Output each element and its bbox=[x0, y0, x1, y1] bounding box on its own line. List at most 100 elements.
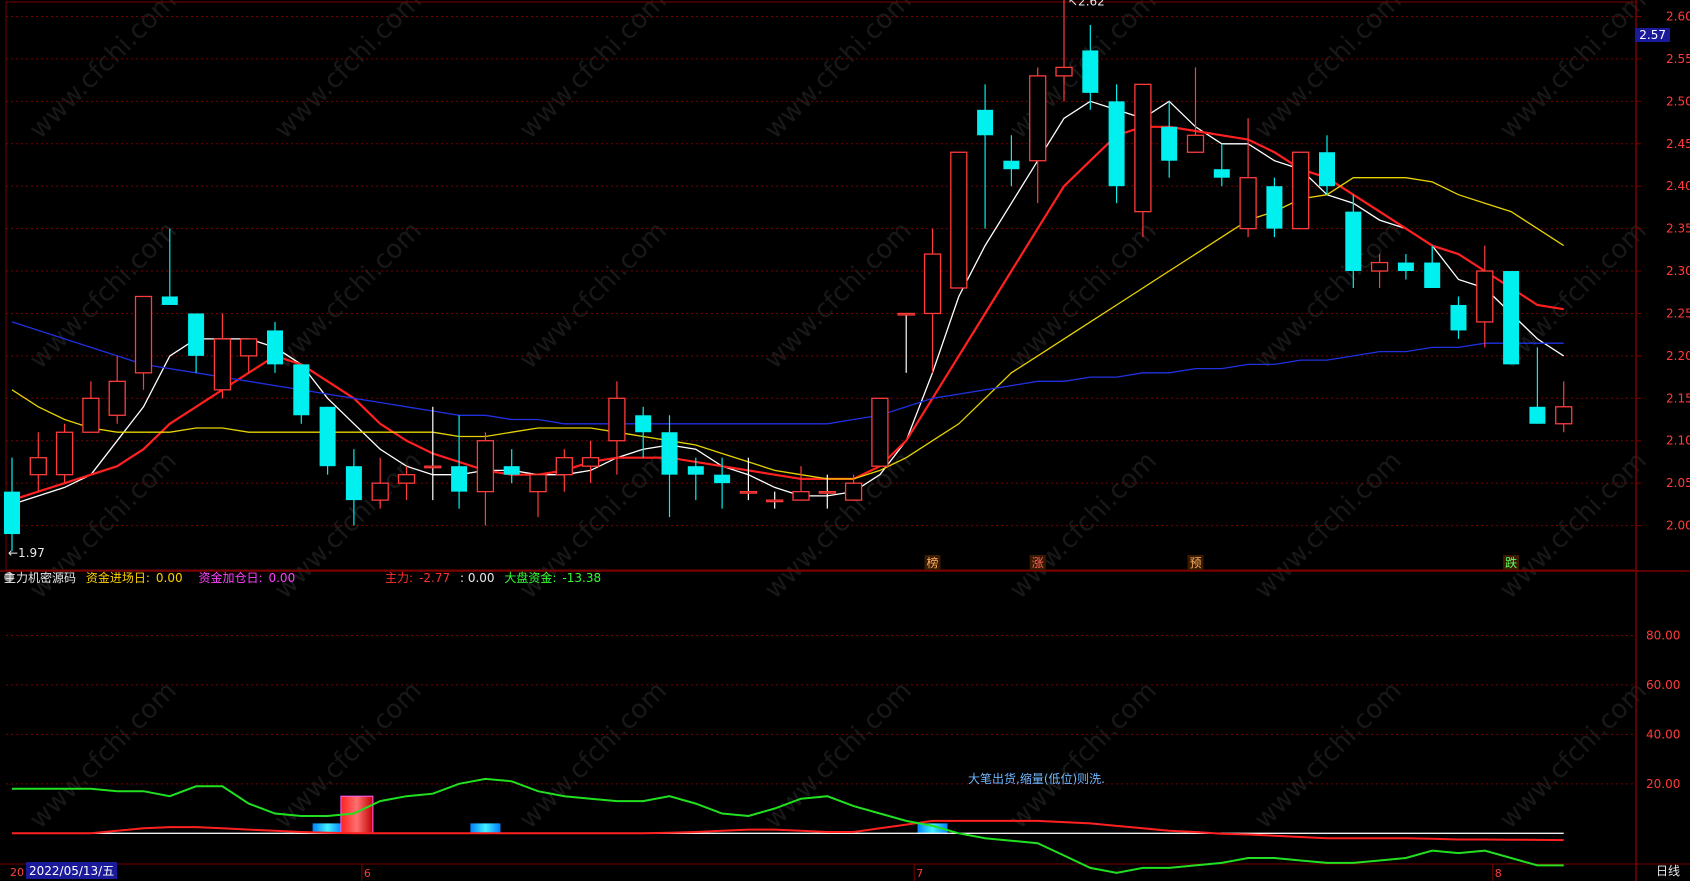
candle-body-down bbox=[267, 330, 283, 365]
watermark-text: www.cfchi.com bbox=[24, 0, 183, 145]
candle-body-up bbox=[1292, 151, 1310, 230]
candle-body-up bbox=[581, 457, 600, 467]
date-axis-stub: 20 bbox=[10, 866, 24, 879]
signal-marker: 榜 bbox=[926, 555, 938, 570]
colon-value: : 0.00 bbox=[459, 571, 495, 585]
watermark-text: www.cfchi.com bbox=[514, 676, 673, 835]
entry-label: 资金进场日: bbox=[85, 571, 150, 585]
candle-body-down bbox=[1266, 186, 1283, 229]
watermark-text: www.cfchi.com bbox=[759, 676, 918, 835]
candle-body-down bbox=[635, 415, 652, 433]
candle-body-down bbox=[345, 466, 362, 501]
candle-body-down bbox=[1108, 101, 1125, 187]
candle-body-down bbox=[1529, 406, 1546, 424]
month-tick-label: 8 bbox=[1495, 867, 1502, 880]
candle-body-up bbox=[739, 490, 758, 494]
signal-marker: 涨 bbox=[1032, 555, 1044, 570]
candle-body-down bbox=[161, 296, 178, 305]
candle-body-up bbox=[871, 397, 889, 467]
indicator-tick-label: 40.00 bbox=[1646, 727, 1680, 741]
indicator-note: 大笔出货,缩量(低位)则洗. bbox=[968, 772, 1105, 786]
candle-body-down bbox=[4, 491, 20, 535]
candle-body-up bbox=[55, 431, 74, 476]
watermark-text: www.cfchi.com bbox=[514, 0, 673, 145]
candle-body-up bbox=[397, 474, 416, 484]
candle-body-up bbox=[950, 151, 968, 289]
indicator-cyan-bar bbox=[470, 823, 501, 834]
watermark-text: www.cfchi.com bbox=[1249, 676, 1408, 835]
watermark-text: www.cfchi.com bbox=[514, 216, 673, 375]
price-tick-label: 2.40 bbox=[1666, 179, 1690, 193]
candle-body-up bbox=[1370, 261, 1389, 272]
candle-body-up bbox=[1555, 406, 1573, 425]
candle-body-down bbox=[1397, 262, 1414, 272]
high-price-label: ↖2.62 bbox=[1068, 0, 1105, 9]
indicator-name[interactable]: 主力机密源码 bbox=[4, 571, 76, 585]
candle-body-up bbox=[424, 465, 442, 469]
candle-body-up bbox=[476, 440, 495, 493]
month-tick-label: 7 bbox=[916, 867, 923, 880]
candle-body-down bbox=[1213, 169, 1230, 178]
candle-body-down bbox=[503, 466, 520, 475]
watermark-text: www.cfchi.com bbox=[24, 676, 183, 835]
candle-body-up bbox=[1186, 134, 1205, 153]
watermark-text: www.cfchi.com bbox=[1249, 0, 1408, 145]
period-label[interactable]: 日线 bbox=[1656, 862, 1680, 879]
candle-body-up bbox=[240, 338, 258, 357]
candle-body-down bbox=[293, 364, 310, 416]
indicator-legend: 主力机密源码 资金进场日: 0.00 资金加仓日: 0.00 主力: -2.77 : … bbox=[4, 569, 607, 586]
market-label: 大盘资金: bbox=[504, 571, 557, 585]
market-value: -13.38 bbox=[562, 571, 602, 585]
candle-body-up bbox=[608, 397, 626, 442]
month-tick-label: 6 bbox=[364, 867, 371, 880]
watermark-text: www.cfchi.com bbox=[759, 0, 918, 145]
candle-body-up bbox=[818, 490, 836, 494]
add-label: 资金加仓日: bbox=[198, 571, 263, 585]
main-label: 主力: bbox=[385, 571, 414, 585]
cursor-date: 2022/05/13/五 bbox=[26, 862, 118, 879]
price-tick-label: 2.60 bbox=[1666, 9, 1690, 23]
watermark-text: www.cfchi.com bbox=[1004, 676, 1163, 835]
candle-body-down bbox=[1450, 304, 1467, 331]
candle-body-up bbox=[82, 397, 100, 433]
candle-body-down bbox=[714, 474, 731, 484]
candle-body-up bbox=[1055, 66, 1073, 77]
main-value: -2.77 bbox=[419, 571, 451, 585]
candle-body-down bbox=[661, 432, 678, 475]
price-tick-label: 2.00 bbox=[1666, 519, 1690, 533]
signal-marker: 预 bbox=[1189, 556, 1201, 570]
candle-body-down bbox=[977, 109, 994, 136]
candle-body-up bbox=[213, 338, 232, 391]
candle-body-up bbox=[1134, 83, 1152, 213]
candle-body-up bbox=[1239, 177, 1257, 230]
candle-body-up bbox=[371, 482, 389, 501]
candle-body-down bbox=[451, 466, 468, 492]
chart-canvas: www.cfchi.com www.cfchi.com www.cfchi.com w… bbox=[0, 0, 1690, 881]
current-price-tag: 2.57 bbox=[1635, 28, 1670, 42]
watermark-text: www.cfchi.com bbox=[1494, 676, 1653, 835]
candle-body-up bbox=[792, 490, 810, 501]
watermark-text: www.cfchi.com bbox=[269, 216, 428, 375]
price-tick-label: 2.45 bbox=[1666, 137, 1690, 151]
candle-body-down bbox=[188, 313, 205, 356]
candle-body-down bbox=[319, 406, 336, 467]
candle-body-up bbox=[923, 253, 942, 315]
candle-body-down bbox=[1082, 50, 1099, 93]
price-tick-label: 2.10 bbox=[1666, 434, 1690, 448]
candle-body-down bbox=[687, 466, 704, 475]
candle-body-up bbox=[1476, 270, 1494, 323]
watermark-text: www.cfchi.com bbox=[759, 216, 918, 375]
candle-body-down bbox=[1319, 152, 1335, 187]
price-tick-label: 2.15 bbox=[1666, 391, 1690, 405]
candle-body-down bbox=[1345, 211, 1362, 272]
candle-body-up bbox=[29, 457, 47, 476]
candle-body-down bbox=[1161, 126, 1178, 161]
price-tick-label: 2.35 bbox=[1666, 222, 1690, 236]
price-tick-label: 2.55 bbox=[1666, 52, 1690, 66]
price-tick-label: 2.50 bbox=[1666, 94, 1690, 108]
entry-value: 0.00 bbox=[155, 571, 183, 585]
price-tick-label: 2.25 bbox=[1666, 306, 1690, 320]
candle-body-up bbox=[555, 457, 573, 476]
low-price-label: ←1.97 bbox=[8, 546, 45, 560]
signal-marker: 跌 bbox=[1505, 555, 1517, 570]
